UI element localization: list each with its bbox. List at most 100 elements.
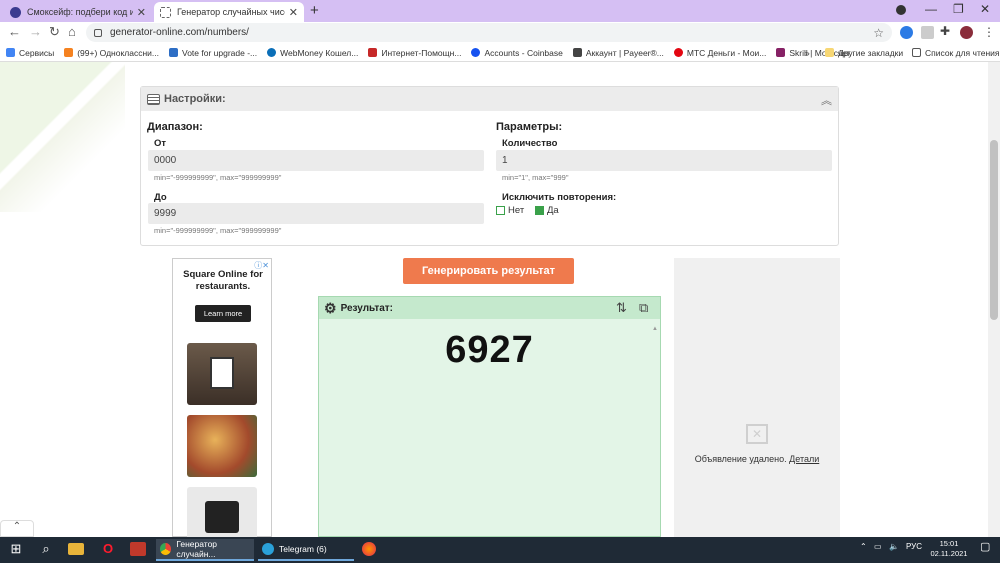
range-heading: Диапазон: [147,121,203,133]
ad-left[interactable]: ⓘ✕ Square Online for restaurants. Learn … [172,258,272,549]
reload-button[interactable]: ↻ [49,24,60,40]
option-yes[interactable]: Да [535,205,559,216]
mail-icon [169,48,178,57]
close-icon[interactable]: ✕ [289,6,298,19]
language-indicator[interactable]: РУС [906,542,922,551]
coinbase-icon [471,48,481,57]
tab-generator[interactable]: Генератор случайных чисел он ✕ [154,2,304,22]
ad-title: Square Online for restaurants. [183,269,263,292]
bookmark-label: Accounts - Coinbase [484,47,563,58]
page-scrollbar[interactable] [988,62,1000,537]
bookmark-star-icon[interactable]: ☆ [873,26,884,40]
exclude-repeats-label: Исключить повторения: [502,192,617,203]
bookmark-label: Список для чтения [925,47,1000,58]
settings-title: Настройки: [164,93,226,105]
gear-icon[interactable]: ⚙ [324,300,337,317]
taskbar-app-chrome[interactable]: Генератор случайн... [156,539,254,561]
firefox-icon[interactable] [362,542,376,556]
back-button[interactable]: ← [8,24,21,39]
profile-avatar[interactable] [960,26,973,39]
tray-chevron-icon[interactable]: ⌃ [860,542,867,551]
file-explorer-icon[interactable] [68,543,84,555]
bookmark-label: WebMoney Кошел... [280,47,359,58]
taskbar-app-label: Генератор случайн... [176,539,218,559]
taskbar-app-telegram[interactable]: Telegram (6) [258,539,354,561]
payeer-icon [572,48,582,57]
option-yes-label: Да [547,205,559,216]
network-icon[interactable]: ▭ [874,542,882,551]
save-disk-icon[interactable] [130,542,146,556]
taskbar-app-label: Telegram (6) [279,544,327,554]
other-bookmarks[interactable]: Другие закладки [825,48,903,58]
scroll-to-top-button[interactable]: ⌃ [0,520,34,537]
clock-date: 02.11.2021 [930,549,968,558]
bookmark-mts[interactable]: МТС Деньги - Мои... [673,48,766,58]
maximize-button[interactable]: ❐ [953,2,964,16]
minimize-button[interactable]: — [925,2,937,16]
generate-button[interactable]: Генерировать результат [403,258,574,284]
tab-title: Смоксейф: подбери код и получ [27,7,133,17]
odnoklassniki-icon [64,48,74,57]
notifications-icon[interactable]: ▢ [980,540,990,553]
webmoney-icon [267,48,277,57]
scrollbar-thumb[interactable] [990,140,998,320]
copy-icon[interactable]: ⧉ [639,300,648,316]
search-icon[interactable]: ⌕ [38,541,54,557]
list-icon [147,93,160,105]
more-bookmarks-button[interactable]: » [805,48,810,58]
bookmark-odnoklassniki[interactable]: (99+) Одноклассни... [64,48,159,58]
extension-icon[interactable] [921,26,934,39]
checkbox-no[interactable] [496,206,505,215]
sort-icon[interactable]: ⇅ [616,300,627,316]
count-hint: min="1", max="999" [502,173,569,182]
settings-header[interactable]: Настройки: [141,87,838,111]
bookmark-services[interactable]: Сервисы [6,48,54,58]
system-clock[interactable]: 15:01 02.11.2021 [926,539,972,559]
to-input[interactable]: 9999 [148,203,484,224]
learn-more-button[interactable]: Learn more [195,305,251,322]
extensions-puzzle-icon[interactable]: ✚ [940,24,950,38]
checkbox-yes[interactable] [535,206,544,215]
option-no-label: Нет [508,205,525,216]
opera-icon[interactable]: O [100,541,116,557]
tab-title: Генератор случайных чисел он [177,7,285,17]
tab-search-icon[interactable] [896,5,906,15]
collapse-chevron-icon[interactable]: ︽ [821,92,832,108]
bookmark-label: Vote for upgrade -... [182,47,258,58]
decorative-background [0,62,125,212]
result-number: 6927 [445,329,534,371]
url-text: generator-online.com/numbers/ [110,27,249,38]
new-tab-button[interactable]: + [310,2,319,19]
count-label: Количество [502,138,558,149]
tab-smoksafe[interactable]: Смоксейф: подбери код и получ ✕ [4,2,152,22]
chrome-icon [160,543,172,555]
mts-icon [673,48,683,57]
bookmark-coinbase[interactable]: Accounts - Coinbase [471,47,563,58]
bookmark-webmoney[interactable]: WebMoney Кошел... [267,48,358,58]
to-label: До [154,192,167,203]
bookmark-vote[interactable]: Vote for upgrade -... [169,48,257,58]
details-link[interactable]: Детали [789,454,819,464]
option-no[interactable]: Нет [496,205,524,216]
bookmark-internet-help[interactable]: Интернет-Помощн... [368,48,461,58]
count-input[interactable]: 1 [496,150,832,171]
menu-kebab-icon[interactable]: ⋮ [983,25,995,39]
volume-icon[interactable]: 🔈 [889,542,899,551]
address-bar[interactable]: generator-online.com/numbers/ ☆ [86,23,892,42]
windows-start-icon[interactable]: ⊞ [8,541,24,557]
close-icon[interactable]: ✕ [137,6,146,19]
home-button[interactable]: ⌂ [68,24,76,39]
forward-button[interactable]: → [29,24,42,39]
reading-list[interactable]: Список для чтения [912,48,1000,58]
bookmark-label: Другие закладки [838,47,904,58]
bookmark-label: Интернет-Помощн... [381,47,462,58]
settings-panel: Настройки: ︽ Диапазон: От 0000 min="-999… [140,86,839,246]
bookmark-payeer[interactable]: Аккаунт | Payeer®... [572,47,664,58]
ad-removed-icon: ✕ [746,424,768,444]
bookmark-label: Аккаунт | Payeer®... [585,47,664,58]
extension-icon[interactable] [900,26,913,39]
skrill-icon [776,48,786,57]
close-window-button[interactable]: ✕ [980,2,990,16]
from-input[interactable]: 0000 [148,150,484,171]
bookmark-favicon-icon [368,48,378,57]
